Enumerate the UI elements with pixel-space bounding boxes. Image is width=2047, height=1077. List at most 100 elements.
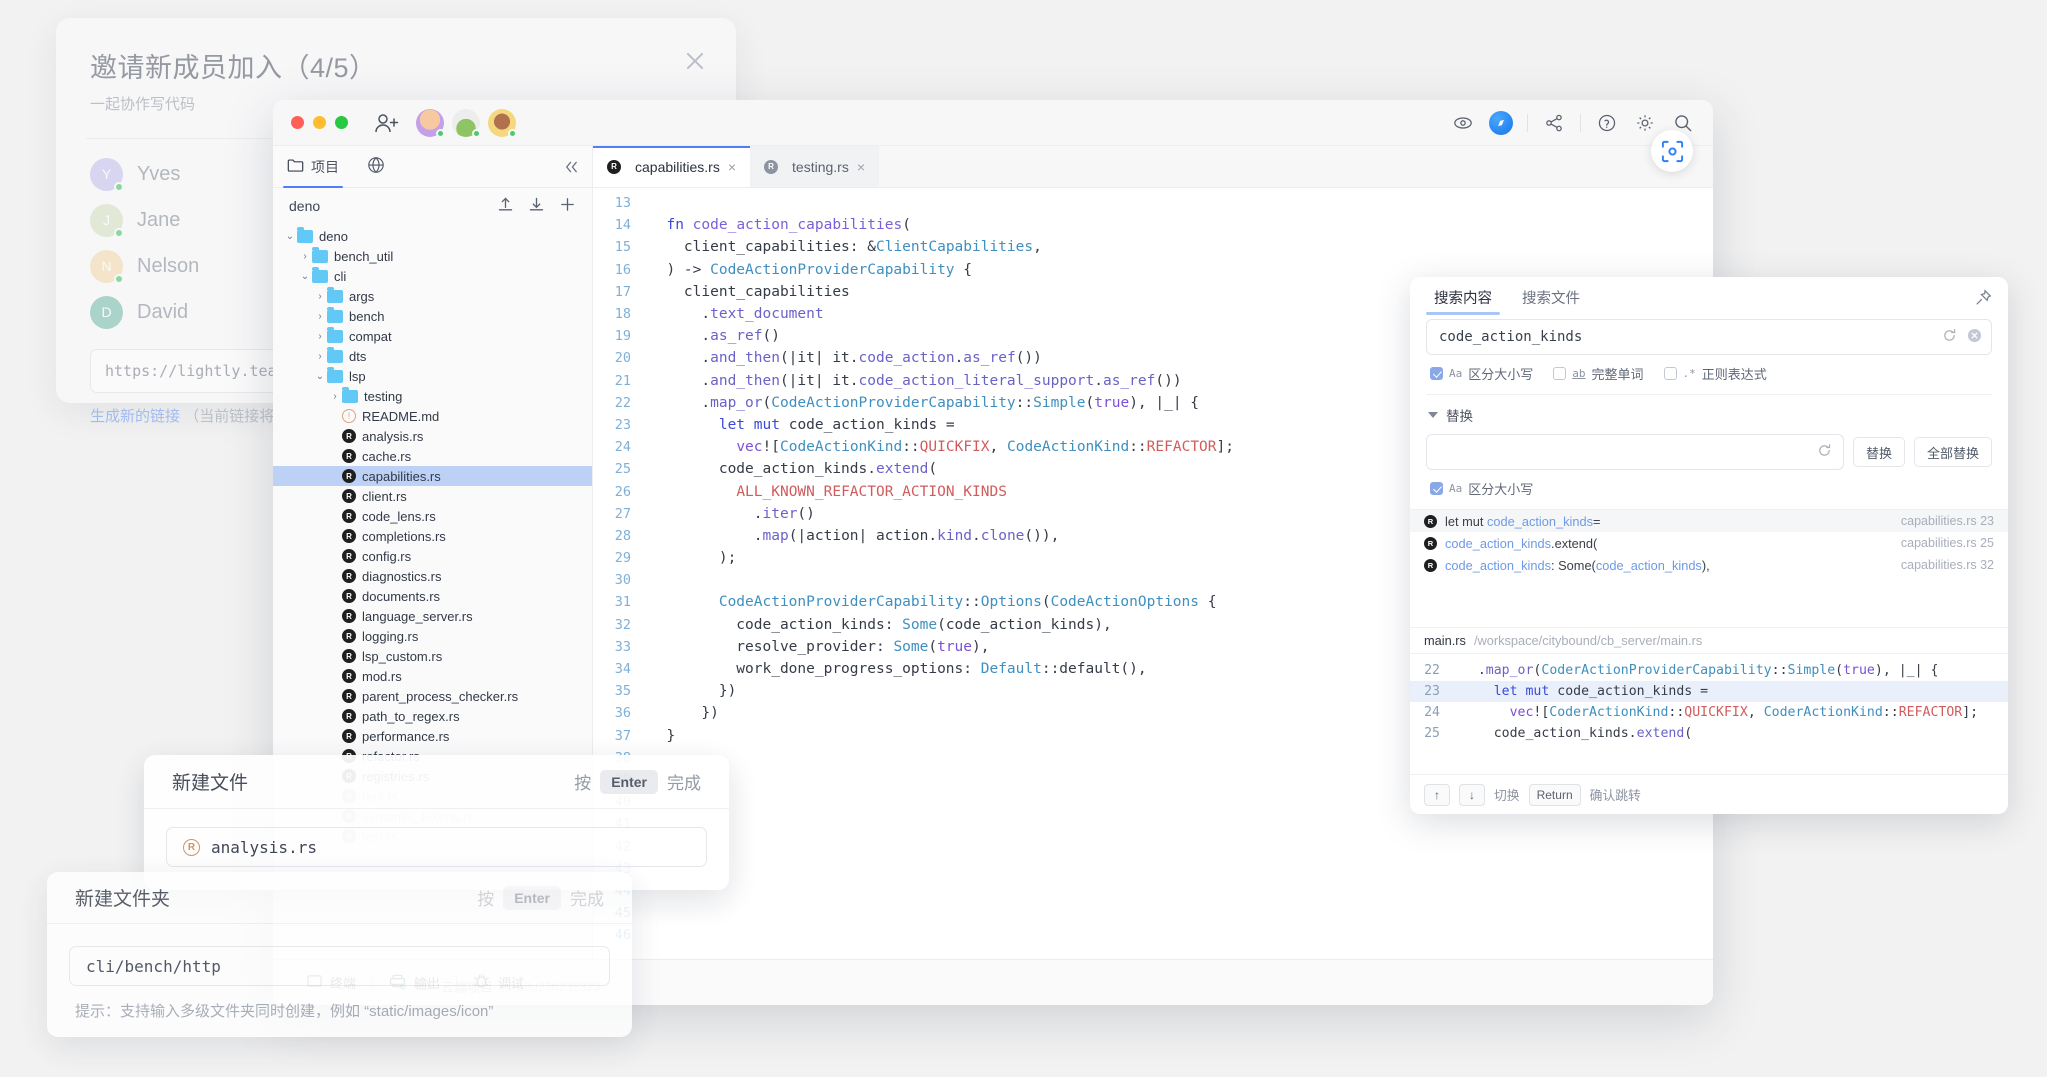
pin-icon[interactable]: [1975, 277, 1992, 317]
chevron-right-icon[interactable]: ›: [313, 331, 327, 342]
collapse-sidebar-icon[interactable]: [551, 146, 592, 187]
regenerate-link[interactable]: 生成新的链接: [90, 408, 180, 425]
close-window-button[interactable]: [291, 116, 304, 129]
tree-item[interactable]: Rdocuments.rs: [273, 586, 592, 606]
tree-item[interactable]: › args: [273, 286, 592, 306]
replace-history-icon[interactable]: [1817, 443, 1832, 458]
tree-item[interactable]: Rperformance.rs: [273, 726, 592, 746]
chevron-down-icon[interactable]: ⌄: [283, 231, 297, 242]
code-line[interactable]: 45: [593, 902, 1713, 924]
close-icon[interactable]: ×: [857, 159, 865, 175]
chevron-right-icon[interactable]: ›: [328, 391, 342, 402]
new-file-name-input[interactable]: R analysis.rs: [166, 827, 707, 867]
search-results-list[interactable]: Rlet mut code_action_kinds= capabilities.…: [1410, 509, 2008, 627]
tree-item[interactable]: › dts: [273, 346, 592, 366]
chevron-down-icon[interactable]: ⌄: [313, 371, 327, 382]
tree-item[interactable]: Rconfig.rs: [273, 546, 592, 566]
help-icon[interactable]: [1595, 111, 1619, 135]
editor-tab-testing[interactable]: R testing.rs ×: [750, 146, 880, 187]
avatar[interactable]: [488, 108, 517, 138]
tree-item[interactable]: Rparent_process_checker.rs: [273, 686, 592, 706]
code-line[interactable]: 14 fn code_action_capabilities(: [593, 214, 1713, 236]
tree-item[interactable]: Ranalysis.rs: [273, 426, 592, 446]
search-result-item[interactable]: Rlet mut code_action_kinds= capabilities.…: [1410, 510, 2008, 532]
tree-item[interactable]: Rmod.rs: [273, 666, 592, 686]
code-line[interactable]: 13: [593, 192, 1713, 214]
tree-item[interactable]: › bench_util: [273, 246, 592, 266]
code-line[interactable]: 15 client_capabilities: &ClientCapabilit…: [593, 236, 1713, 258]
chevron-down-icon[interactable]: ⌄: [298, 271, 312, 282]
close-icon[interactable]: ×: [728, 159, 736, 175]
key-enter[interactable]: Enter: [600, 769, 658, 794]
eye-icon[interactable]: [1451, 111, 1475, 135]
checkbox[interactable]: [1430, 482, 1443, 495]
tree-item[interactable]: › bench: [273, 306, 592, 326]
maximize-window-button[interactable]: [335, 116, 348, 129]
search-input[interactable]: [1426, 319, 1992, 355]
gear-icon[interactable]: [1633, 111, 1657, 135]
replace-all-button[interactable]: 全部替换: [1913, 437, 1992, 467]
tree-item[interactable]: ⌄ lsp: [273, 366, 592, 386]
avatar[interactable]: [452, 108, 481, 138]
result-file-bar[interactable]: main.rs /workspace/citybound/cb_server/m…: [1410, 627, 2008, 653]
screenshot-capture-icon[interactable]: [1651, 130, 1693, 172]
add-person-icon[interactable]: [374, 112, 400, 134]
tree-item[interactable]: Rlsp_custom.rs: [273, 646, 592, 666]
checkbox[interactable]: [1430, 367, 1443, 380]
key-up[interactable]: ↑: [1424, 783, 1450, 806]
tree-item[interactable]: Rcompletions.rs: [273, 526, 592, 546]
option-case-sensitive[interactable]: Aa 区分大小写: [1430, 364, 1533, 383]
tree-item[interactable]: Rcache.rs: [273, 446, 592, 466]
new-folder-name-input[interactable]: cli/bench/http: [69, 946, 610, 986]
tab-search-content[interactable]: 搜索内容: [1426, 277, 1500, 317]
code-line[interactable]: 41: [593, 813, 1713, 835]
key-down[interactable]: ↓: [1459, 783, 1485, 806]
tree-item[interactable]: Rcapabilities.rs: [273, 466, 592, 486]
chevron-right-icon[interactable]: ›: [298, 251, 312, 262]
tree-item[interactable]: › compat: [273, 326, 592, 346]
clear-icon[interactable]: [1967, 328, 1982, 348]
chevron-right-icon[interactable]: ›: [313, 351, 327, 362]
safari-icon[interactable]: [1489, 111, 1513, 135]
replace-button[interactable]: 替换: [1852, 437, 1905, 467]
share-icon[interactable]: [1542, 111, 1566, 135]
close-icon[interactable]: [682, 48, 708, 74]
tree-item[interactable]: ⌄ cli: [273, 266, 592, 286]
code-line[interactable]: 46: [593, 924, 1713, 946]
download-icon[interactable]: [528, 196, 545, 216]
option-regex[interactable]: .* 正则表达式: [1663, 364, 1767, 383]
replace-option-case-sensitive[interactable]: Aa 区分大小写: [1430, 479, 1533, 498]
editor-tab-capabilities[interactable]: R capabilities.rs ×: [593, 146, 751, 187]
search-result-item[interactable]: Rcode_action_kinds.extend(capabilities.r…: [1410, 532, 2008, 554]
checkbox[interactable]: [1663, 367, 1677, 380]
chevron-right-icon[interactable]: ›: [313, 291, 327, 302]
option-whole-word[interactable]: ab 完整单词: [1553, 364, 1644, 383]
tree-item[interactable]: › testing: [273, 386, 592, 406]
sidebar-tab-globe[interactable]: [353, 146, 399, 187]
tree-item[interactable]: Rcode_lens.rs: [273, 506, 592, 526]
history-icon[interactable]: [1942, 328, 1957, 348]
key-enter[interactable]: Enter: [503, 885, 561, 910]
tree-item[interactable]: ! README.md: [273, 406, 592, 426]
chevron-right-icon[interactable]: ›: [313, 311, 327, 322]
tree-item[interactable]: Rpath_to_regex.rs: [273, 706, 592, 726]
minimize-window-button[interactable]: [313, 116, 326, 129]
tree-item[interactable]: Rlogging.rs: [273, 626, 592, 646]
checkbox[interactable]: [1553, 367, 1567, 380]
key-return[interactable]: Return: [1528, 783, 1581, 806]
tree-item[interactable]: Rclient.rs: [273, 486, 592, 506]
plus-icon[interactable]: [559, 196, 576, 216]
code-line[interactable]: 44: [593, 880, 1713, 902]
tree-item[interactable]: Rlanguage_server.rs: [273, 606, 592, 626]
tab-search-files[interactable]: 搜索文件: [1514, 277, 1588, 317]
sidebar-tab-project[interactable]: 项目: [273, 146, 353, 188]
tree-item[interactable]: ⌄ deno: [273, 226, 592, 246]
upload-icon[interactable]: [497, 196, 514, 216]
replace-section-toggle[interactable]: 替换: [1426, 405, 1992, 425]
tree-item[interactable]: Rdiagnostics.rs: [273, 566, 592, 586]
code-line[interactable]: 43: [593, 858, 1713, 880]
replace-input[interactable]: [1426, 434, 1844, 470]
avatar[interactable]: [416, 108, 445, 138]
search-result-item[interactable]: Rcode_action_kinds: Some(code_action_kin…: [1410, 554, 2008, 576]
code-line[interactable]: 42: [593, 835, 1713, 857]
